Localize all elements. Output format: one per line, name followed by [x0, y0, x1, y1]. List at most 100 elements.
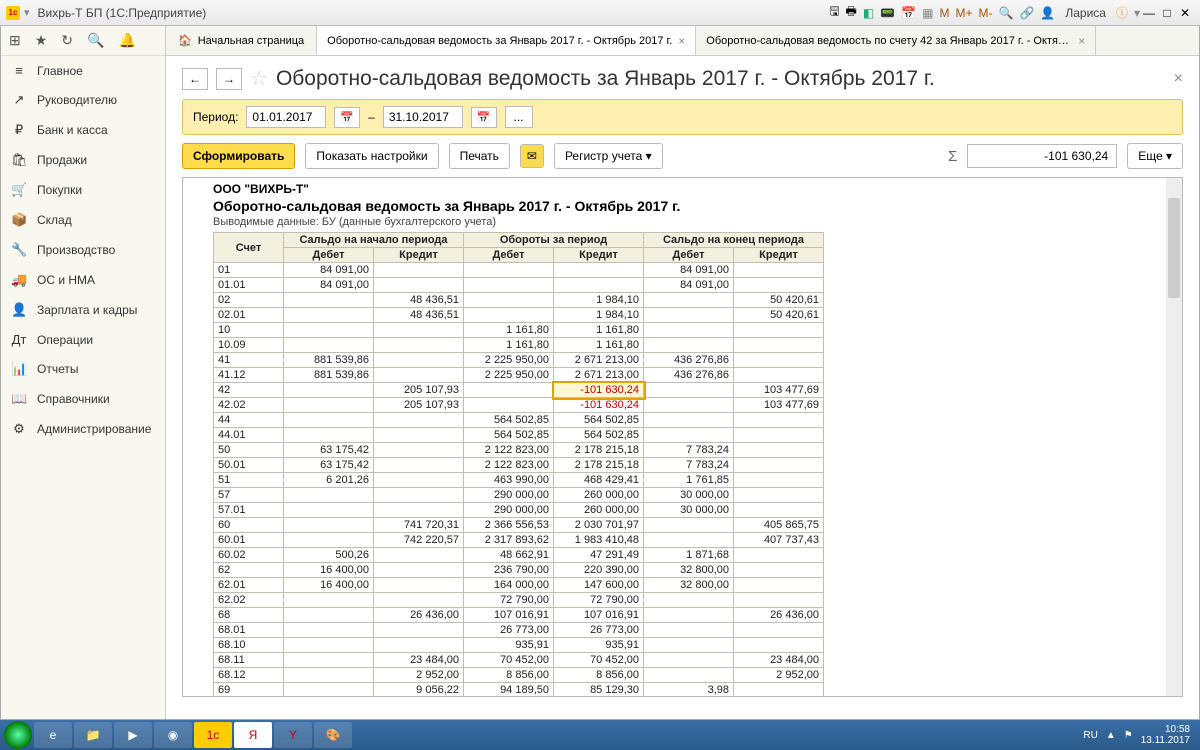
- table-row[interactable]: 41881 539,862 225 950,002 671 213,00436 …: [214, 353, 824, 368]
- table-row[interactable]: 68.1123 484,0070 452,0070 452,0023 484,0…: [214, 653, 824, 668]
- close-icon[interactable]: ×: [1078, 34, 1085, 48]
- sidebar-item[interactable]: ₽Банк и касса: [1, 115, 165, 145]
- sidebar-item[interactable]: ДтОперации: [1, 325, 165, 354]
- link-icon[interactable]: 🔗: [1019, 6, 1034, 20]
- calc-icon[interactable]: 📟: [880, 6, 895, 20]
- compare-icon[interactable]: ◧: [863, 6, 874, 20]
- taskbar-player[interactable]: ▶: [114, 722, 152, 748]
- table-row[interactable]: 44.01564 502,85564 502,85: [214, 428, 824, 443]
- email-button[interactable]: ✉: [520, 144, 544, 168]
- table-row[interactable]: 101 161,801 161,80: [214, 323, 824, 338]
- taskbar-ie[interactable]: e: [34, 722, 72, 748]
- tray-lang[interactable]: RU: [1083, 730, 1097, 741]
- table-row[interactable]: 44564 502,85564 502,85: [214, 413, 824, 428]
- close-icon[interactable]: ×: [678, 34, 685, 48]
- maximize-button[interactable]: □: [1158, 6, 1176, 20]
- table-row[interactable]: 42205 107,93-101 630,24103 477,69: [214, 383, 824, 398]
- table-row[interactable]: 516 201,26463 990,00468 429,411 761,85: [214, 473, 824, 488]
- table-row[interactable]: 699 056,2294 189,5085 129,303,98: [214, 683, 824, 698]
- table-row[interactable]: 68.0126 773,0026 773,00: [214, 623, 824, 638]
- table-row[interactable]: 01.0184 091,0084 091,00: [214, 278, 824, 293]
- sidebar-item[interactable]: 🚚ОС и НМА: [1, 265, 165, 295]
- sidebar-item[interactable]: ≡Главное: [1, 56, 165, 85]
- history-icon[interactable]: ↻: [61, 32, 73, 49]
- search-icon[interactable]: 🔍: [87, 32, 104, 49]
- taskbar-yandex[interactable]: Я: [234, 722, 272, 748]
- system-tray[interactable]: RU ▲ ⚑ 10:58 13.11.2017: [1083, 724, 1196, 746]
- sidebar-item[interactable]: 📊Отчеты: [1, 354, 165, 384]
- table-row[interactable]: 42.02205 107,93-101 630,24103 477,69: [214, 398, 824, 413]
- search-tb-icon[interactable]: 🔍: [998, 6, 1013, 20]
- table-row[interactable]: 10.091 161,801 161,80: [214, 338, 824, 353]
- dropdown-icon[interactable]: ▾: [24, 6, 30, 19]
- table-row[interactable]: 60741 720,312 366 556,532 030 701,97405 …: [214, 518, 824, 533]
- tray-arrow-icon[interactable]: ▲: [1106, 730, 1116, 741]
- save-icon[interactable]: 🖫: [829, 2, 839, 23]
- table-row[interactable]: 0248 436,511 984,1050 420,61: [214, 293, 824, 308]
- favorite-icon[interactable]: ☆: [250, 66, 268, 91]
- table-row[interactable]: 68.10935,91935,91: [214, 638, 824, 653]
- tab-osv[interactable]: Оборотно-сальдовая ведомость за Январь 2…: [317, 26, 696, 55]
- table-row[interactable]: 62.0116 400,00164 000,00147 600,0032 800…: [214, 578, 824, 593]
- taskbar-explorer[interactable]: 📁: [74, 722, 112, 748]
- more-button[interactable]: Еще ▾: [1127, 143, 1183, 169]
- sidebar-item[interactable]: ⚙Администрирование: [1, 414, 165, 444]
- tray-clock[interactable]: 10:58 13.11.2017: [1141, 724, 1190, 746]
- grid-icon[interactable]: ▦: [922, 6, 933, 20]
- calendar-from-icon[interactable]: 📅: [334, 107, 360, 128]
- table-row[interactable]: 5063 175,422 122 823,002 178 215,187 783…: [214, 443, 824, 458]
- table-row[interactable]: 6216 400,00236 790,00220 390,0032 800,00: [214, 563, 824, 578]
- forward-button[interactable]: →: [216, 68, 242, 90]
- sidebar-item[interactable]: 🔧Производство: [1, 235, 165, 265]
- back-button[interactable]: ←: [182, 68, 208, 90]
- taskbar-1c[interactable]: 1c: [194, 722, 232, 748]
- sidebar-item[interactable]: 🛒Покупки: [1, 175, 165, 205]
- info-icon[interactable]: ⓘ: [1116, 4, 1128, 21]
- bell-icon[interactable]: 🔔: [118, 32, 135, 49]
- table-row[interactable]: 41.12881 539,862 225 950,002 671 213,004…: [214, 368, 824, 383]
- tab-osv-42[interactable]: Оборотно-сальдовая ведомость по счету 42…: [696, 26, 1096, 55]
- table-row[interactable]: 6826 436,00107 016,91107 016,9126 436,00: [214, 608, 824, 623]
- date-from-input[interactable]: [246, 106, 326, 128]
- taskbar-chrome[interactable]: ◉: [154, 722, 192, 748]
- sidebar-item[interactable]: 👤Зарплата и кадры: [1, 295, 165, 325]
- table-row[interactable]: 57.01290 000,00260 000,0030 000,00: [214, 503, 824, 518]
- close-page-button[interactable]: ×: [1174, 70, 1183, 88]
- tray-flag-icon[interactable]: ⚑: [1124, 730, 1133, 741]
- m-icon[interactable]: M: [939, 6, 949, 20]
- close-window-button[interactable]: ✕: [1176, 6, 1194, 20]
- sidebar-item[interactable]: 📦Склад: [1, 205, 165, 235]
- print-button[interactable]: Печать: [449, 143, 510, 169]
- date-to-input[interactable]: [383, 106, 463, 128]
- calendar-to-icon[interactable]: 📅: [471, 107, 497, 128]
- table-row[interactable]: 0184 091,0084 091,00: [214, 263, 824, 278]
- calendar-icon[interactable]: 📅: [901, 6, 916, 20]
- star-icon[interactable]: ★: [35, 32, 48, 49]
- taskbar-yabrowser[interactable]: Y: [274, 722, 312, 748]
- table-row[interactable]: 60.01742 220,572 317 893,621 983 410,484…: [214, 533, 824, 548]
- table-row[interactable]: 68.122 952,008 856,008 856,002 952,00: [214, 668, 824, 683]
- period-more-button[interactable]: ...: [505, 106, 533, 128]
- table-row[interactable]: 62.0272 790,0072 790,00: [214, 593, 824, 608]
- table-row[interactable]: 02.0148 436,511 984,1050 420,61: [214, 308, 824, 323]
- print-icon[interactable]: 🖶: [846, 2, 857, 23]
- apps-icon[interactable]: ⊞: [9, 32, 21, 49]
- minimize-button[interactable]: —: [1140, 6, 1158, 20]
- tab-home[interactable]: 🏠 Начальная страница: [166, 26, 317, 55]
- sidebar-item[interactable]: ↗Руководителю: [1, 85, 165, 115]
- sidebar-item[interactable]: 📖Справочники: [1, 384, 165, 414]
- form-button[interactable]: Сформировать: [182, 143, 295, 169]
- scrollbar-vertical[interactable]: [1166, 178, 1182, 696]
- taskbar-paint[interactable]: 🎨: [314, 722, 352, 748]
- mminus-icon[interactable]: M-: [978, 6, 992, 20]
- table-row[interactable]: 57290 000,00260 000,0030 000,00: [214, 488, 824, 503]
- start-button[interactable]: [4, 721, 32, 749]
- window-title: Вихрь-Т БП (1С:Предприятие): [38, 6, 207, 20]
- register-button[interactable]: Регистр учета ▾: [554, 143, 663, 169]
- settings-button[interactable]: Показать настройки: [305, 143, 438, 169]
- mplus-icon[interactable]: M+: [955, 6, 972, 20]
- table-row[interactable]: 60.02500,2648 662,9147 291,491 871,68: [214, 548, 824, 563]
- table-row[interactable]: 50.0163 175,422 122 823,002 178 215,187 …: [214, 458, 824, 473]
- sidebar-item[interactable]: 🛍Продажи: [1, 145, 165, 175]
- report-area[interactable]: ООО "ВИХРЬ-Т" Оборотно-сальдовая ведомос…: [182, 177, 1183, 697]
